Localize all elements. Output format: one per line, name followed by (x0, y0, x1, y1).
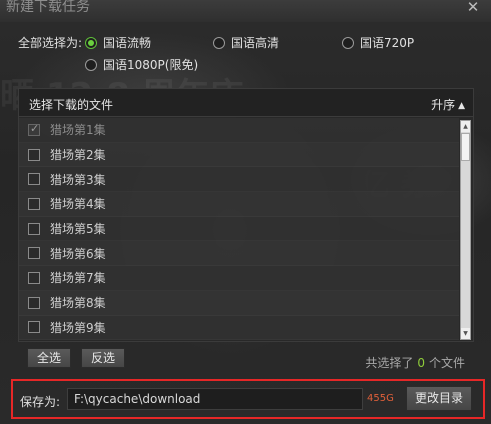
selection-count-number: 0 (417, 356, 425, 370)
scroll-up-icon[interactable]: ▲ (461, 121, 470, 132)
file-list-header: 选择下载的文件 升序 ▲ (19, 89, 473, 117)
radio-unselected-icon (213, 36, 225, 49)
episode-checkbox[interactable] (28, 247, 40, 260)
episode-checkbox[interactable] (28, 173, 40, 186)
selection-prefix: 共选择了 (365, 356, 414, 370)
episode-checkbox[interactable] (28, 296, 40, 309)
episode-label: 猎场第9集 (50, 320, 106, 335)
select-all-button[interactable]: 全选 (27, 348, 71, 368)
list-item[interactable]: 猎场第8集 (19, 290, 459, 316)
episode-label: 猎场第5集 (50, 222, 106, 237)
list-item[interactable]: 猎场第1集 (19, 118, 459, 143)
window-title: 新建下载任务 (6, 0, 90, 15)
save-label: 保存为: (20, 395, 61, 409)
list-item[interactable]: 猎场第3集 (19, 167, 459, 193)
episode-label: 猎场第4集 (50, 197, 106, 212)
list-item[interactable]: 猎场第9集 (19, 315, 459, 341)
quality-label: 全部选择为: (18, 36, 83, 50)
sort-label: 升序 (431, 98, 456, 112)
list-item[interactable]: 猎场第2集 (19, 142, 459, 168)
radio-label: 国语高清 (231, 36, 280, 50)
episode-checkbox[interactable] (28, 321, 40, 334)
episode-list: 猎场第1集 猎场第2集 猎场第3集 猎场第4集 猎场第5集 猎场第6集 猎场第7… (19, 118, 459, 342)
radio-selected-icon (85, 36, 97, 49)
list-scrollbar[interactable]: ▲ ▼ (460, 120, 471, 340)
save-path-input[interactable] (67, 388, 363, 410)
sort-toggle[interactable]: 升序 ▲ (431, 96, 465, 113)
episode-label: 猎场第1集 (50, 123, 106, 138)
list-item[interactable]: 猎场第4集 (19, 192, 459, 217)
radio-quality-hd[interactable]: 国语高清 (213, 34, 279, 51)
save-location-section: 保存为: 455G 更改目录 (11, 379, 485, 419)
episode-label: 猎场第6集 (50, 246, 106, 261)
radio-quality-1080p[interactable]: 国语1080P(限免) (85, 56, 198, 73)
radio-label: 国语720P (360, 36, 415, 50)
radio-unselected-icon (85, 58, 97, 71)
radio-label: 国语流畅 (103, 36, 152, 50)
episode-label: 猎场第2集 (50, 148, 106, 163)
episode-label: 猎场第3集 (50, 172, 106, 187)
file-list-title: 选择下载的文件 (29, 98, 114, 112)
change-directory-button[interactable]: 更改目录 (406, 386, 472, 411)
title-bar[interactable]: 新建下载任务 ✕ (0, 0, 491, 22)
list-item[interactable]: 猎场第5集 (19, 216, 459, 242)
selection-count: 共选择了 0 个文件 (365, 354, 465, 371)
triangle-up-icon: ▲ (458, 101, 465, 111)
close-icon[interactable]: ✕ (465, 0, 481, 16)
episode-label: 猎场第8集 (50, 296, 106, 311)
radio-unselected-icon (342, 36, 354, 49)
free-space-indicator: 455G (367, 393, 394, 404)
radio-quality-720p[interactable]: 国语720P (342, 34, 414, 51)
list-item[interactable]: 猎场第7集 (19, 266, 459, 291)
episode-label: 猎场第7集 (50, 271, 106, 286)
invert-selection-button[interactable]: 反选 (81, 348, 125, 368)
episode-checkbox[interactable] (28, 148, 40, 161)
radio-label: 国语1080P(限免) (103, 58, 199, 72)
episode-checkbox[interactable] (28, 271, 40, 284)
radio-quality-smooth[interactable]: 国语流畅 (85, 34, 151, 51)
selection-suffix: 个文件 (428, 356, 465, 370)
scroll-thumb[interactable] (461, 133, 470, 161)
scroll-down-icon[interactable]: ▼ (461, 328, 470, 339)
episode-checkbox[interactable] (28, 222, 40, 235)
episode-checkbox[interactable] (28, 197, 40, 210)
file-list-panel: 选择下载的文件 升序▲ 猎场第1集 猎场第2集 猎场第3集 猎场第4集 猎场第5… (18, 88, 474, 342)
episode-checkbox[interactable] (28, 122, 40, 136)
list-item[interactable]: 猎场第6集 (19, 241, 459, 267)
